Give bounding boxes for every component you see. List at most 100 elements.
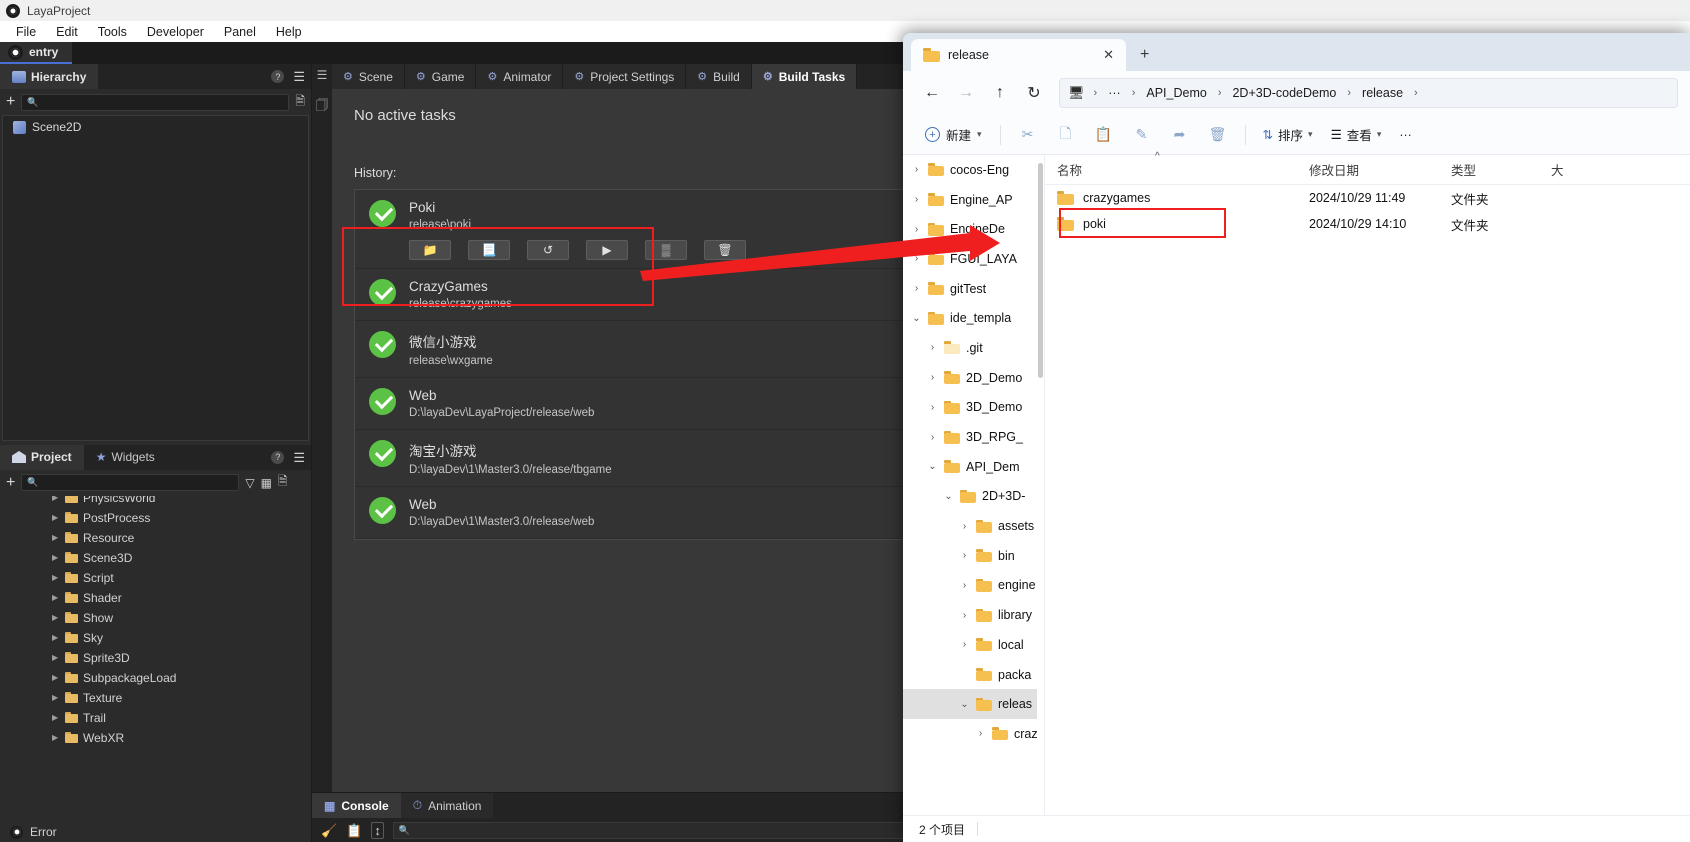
- chevron-right-icon[interactable]: ›: [959, 610, 970, 621]
- column-header-name[interactable]: 名称 ^: [1045, 160, 1297, 179]
- refresh-icon[interactable]: ↻: [1017, 78, 1051, 108]
- collapse-all-icon[interactable]: 🗎: [295, 92, 305, 113]
- more-options-button[interactable]: ···: [1390, 124, 1421, 146]
- hierarchy-search-field[interactable]: [43, 96, 284, 108]
- nav-item-local[interactable]: ›local: [903, 630, 1044, 660]
- file-row[interactable]: poki2024/10/29 14:10文件夹: [1045, 211, 1690, 237]
- log-button[interactable]: 📃: [468, 240, 510, 260]
- nav-item-2d_demo[interactable]: ›2D_Demo: [903, 363, 1044, 393]
- chevron-right-icon[interactable]: ▶: [52, 553, 60, 562]
- split-view-icon[interactable]: ▦: [261, 476, 272, 490]
- tab-scene[interactable]: ⚙Scene: [332, 64, 405, 89]
- menu-developer[interactable]: Developer: [137, 23, 214, 41]
- file-name-cell[interactable]: crazygames: [1045, 191, 1297, 205]
- hierarchy-search-input[interactable]: 🔍: [21, 94, 289, 111]
- explorer-file-list[interactable]: 名称 ^ 修改日期 类型 大 crazygames2024/10/29 11:4…: [1045, 155, 1690, 815]
- menu-edit[interactable]: Edit: [46, 23, 88, 41]
- nav-item-3d_rpg_[interactable]: ›3D_RPG_: [903, 422, 1044, 452]
- nav-item-library[interactable]: ›library: [903, 600, 1044, 630]
- menu-tools[interactable]: Tools: [88, 23, 137, 41]
- nav-item-gittest[interactable]: ›gitTest: [903, 274, 1044, 304]
- breadcrumb-codedemo[interactable]: 2D+3D-codeDemo: [1228, 84, 1340, 102]
- project-search-field[interactable]: [43, 477, 234, 489]
- tab-animator[interactable]: ⚙Animator: [476, 64, 563, 89]
- project-tree-item[interactable]: ▶Script: [0, 568, 311, 588]
- add-asset-button[interactable]: +: [6, 475, 15, 491]
- project-tree-item[interactable]: ▶Sky: [0, 628, 311, 648]
- add-node-button[interactable]: +: [6, 94, 15, 110]
- chevron-down-icon[interactable]: ⌄: [911, 313, 922, 324]
- copy-icon[interactable]: 🗋: [1047, 121, 1085, 149]
- breadcrumb-overflow[interactable]: ···: [1104, 84, 1125, 102]
- chevron-right-icon[interactable]: ›: [911, 283, 922, 294]
- project-tree-item[interactable]: ▶Texture: [0, 688, 311, 708]
- project-tree-item[interactable]: ▶Sprite3D: [0, 648, 311, 668]
- nav-item-engine_ap[interactable]: ›Engine_AP: [903, 185, 1044, 215]
- column-header-type[interactable]: 类型: [1439, 160, 1539, 179]
- close-icon[interactable]: ✕: [1099, 47, 1118, 63]
- project-tree[interactable]: ▶PhysicsWorld▶PostProcess▶Resource▶Scene…: [0, 496, 311, 823]
- address-bar[interactable]: 🖥 › ··· › API_Demo › 2D+3D-codeDemo › re…: [1059, 78, 1678, 108]
- chevron-right-icon[interactable]: ›: [911, 253, 922, 264]
- column-header-modified[interactable]: 修改日期: [1297, 160, 1439, 179]
- rename-icon[interactable]: ✎: [1123, 121, 1161, 149]
- chevron-down-icon[interactable]: ⌄: [959, 699, 970, 710]
- up-icon[interactable]: ↑: [983, 78, 1017, 108]
- nav-item-fgui_laya[interactable]: ›FGUI_LAYA: [903, 244, 1044, 274]
- nav-item-bin[interactable]: ›bin: [903, 541, 1044, 571]
- chevron-right-icon[interactable]: ›: [959, 580, 970, 591]
- tab-build-tasks[interactable]: ⚙Build Tasks: [752, 64, 857, 89]
- chevron-right-icon[interactable]: ›: [975, 728, 986, 739]
- breadcrumb-release[interactable]: release: [1358, 84, 1407, 102]
- chevron-right-icon[interactable]: ▶: [52, 713, 60, 722]
- nav-item-git[interactable]: ›.git: [903, 333, 1044, 363]
- chevron-right-icon[interactable]: ▶: [52, 496, 60, 503]
- copy-console-icon[interactable]: 📋: [346, 823, 362, 839]
- delete-icon[interactable]: 🗑: [1199, 121, 1237, 149]
- tab-widgets[interactable]: ★ Widgets: [84, 445, 167, 470]
- chevron-down-icon[interactable]: ⌄: [927, 461, 938, 472]
- chevron-right-icon[interactable]: ▶: [52, 613, 60, 622]
- explorer-navigation-pane[interactable]: ›cocos-Eng›Engine_AP›EngineDe›FGUI_LAYA›…: [903, 155, 1045, 815]
- breadcrumb-api-demo[interactable]: API_Demo: [1142, 84, 1210, 102]
- project-tree-item[interactable]: ▶PhysicsWorld: [0, 496, 311, 508]
- menu-panel[interactable]: Panel: [214, 23, 266, 41]
- hierarchy-node-scene2d[interactable]: Scene2D: [3, 116, 308, 138]
- nav-item-cocoseng[interactable]: ›cocos-Eng: [903, 155, 1044, 185]
- help-icon[interactable]: ?: [271, 70, 284, 83]
- project-tree-item[interactable]: ▶Resource: [0, 528, 311, 548]
- tab-game[interactable]: ⚙Game: [405, 64, 477, 89]
- chevron-right-icon[interactable]: ▶: [52, 733, 60, 742]
- menu-file[interactable]: File: [6, 23, 46, 41]
- nav-item-api_dem[interactable]: ⌄API_Dem: [903, 452, 1044, 482]
- chevron-right-icon[interactable]: ▶: [52, 593, 60, 602]
- project-search-input[interactable]: 🔍: [21, 474, 239, 491]
- tab-entry[interactable]: entry: [0, 42, 72, 64]
- tab-build[interactable]: ⚙Build: [686, 64, 752, 89]
- navigation-scrollbar[interactable]: [1037, 155, 1044, 815]
- tab-animation[interactable]: ⏱ Animation: [401, 793, 494, 818]
- chevron-right-icon[interactable]: ▶: [52, 673, 60, 682]
- file-row[interactable]: crazygames2024/10/29 11:49文件夹: [1045, 185, 1690, 211]
- project-tree-item[interactable]: ▶Trail: [0, 708, 311, 728]
- column-header-size[interactable]: 大: [1539, 160, 1564, 179]
- chevron-right-icon[interactable]: ›: [911, 194, 922, 205]
- nav-item-engine[interactable]: ›engine: [903, 571, 1044, 601]
- file-name-cell[interactable]: poki: [1045, 217, 1297, 231]
- project-tree-item[interactable]: ▶Scene3D: [0, 548, 311, 568]
- clone-panel-icon[interactable]: 🗍: [316, 96, 328, 117]
- chevron-right-icon[interactable]: ›: [959, 550, 970, 561]
- project-tree-item[interactable]: ▶WebXR: [0, 728, 311, 748]
- chevron-right-icon[interactable]: ›: [927, 432, 938, 443]
- collapse-console-icon[interactable]: ↕: [371, 822, 384, 839]
- tab-console[interactable]: ▦ Console: [312, 793, 401, 818]
- nav-item-releas[interactable]: ⌄releas: [903, 689, 1044, 719]
- forward-icon[interactable]: →: [949, 78, 983, 108]
- nav-item-2d3d[interactable]: ⌄2D+3D-: [903, 482, 1044, 512]
- clear-console-icon[interactable]: 🧹: [321, 823, 337, 839]
- project-tree-item[interactable]: ▶PostProcess: [0, 508, 311, 528]
- chevron-right-icon[interactable]: ▶: [52, 573, 60, 582]
- nav-item-ide_templa[interactable]: ⌄ide_templa: [903, 303, 1044, 333]
- filter-icon[interactable]: ▽: [245, 476, 254, 490]
- project-tree-item[interactable]: ▶Shader: [0, 588, 311, 608]
